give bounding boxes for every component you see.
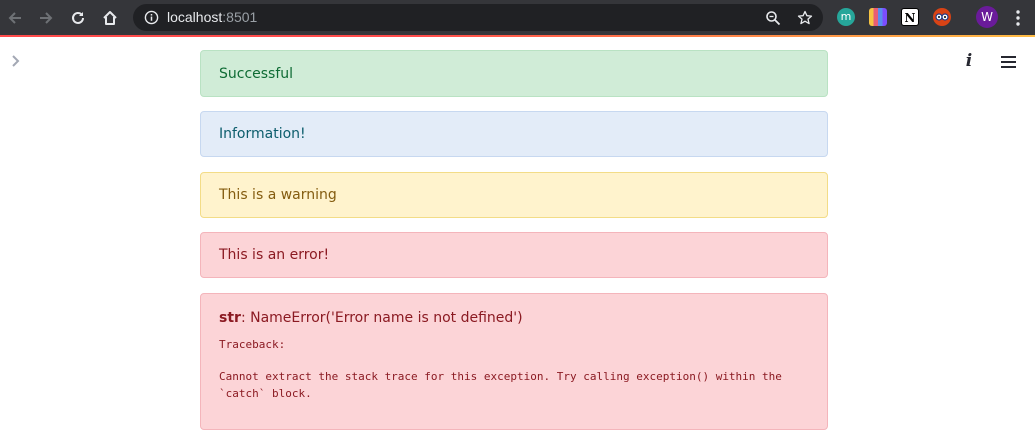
exception-box: str: NameError('Error name is not define… — [200, 293, 828, 430]
traceback-line-1: Cannot extract the stack trace for this … — [219, 370, 782, 383]
extension-grid-icon[interactable] — [869, 8, 887, 26]
info-circle-icon[interactable] — [144, 10, 159, 25]
glasses-icon — [935, 13, 949, 21]
forward-button[interactable] — [35, 7, 57, 29]
success-alert-text: Successful — [219, 65, 294, 82]
traceback-label: Traceback: — [219, 338, 286, 351]
arrow-left-icon — [8, 12, 21, 24]
warning-alert: This is a warning — [200, 172, 828, 218]
italic-i-icon[interactable]: i — [962, 51, 976, 71]
reload-button[interactable] — [67, 7, 89, 29]
error-alert-text: This is an error! — [219, 247, 330, 263]
app-decoration-bar — [0, 35, 1035, 37]
url-text[interactable]: localhost:8501 — [167, 9, 257, 26]
kebab-menu-icon[interactable] — [1014, 9, 1022, 27]
url-host: localhost — [167, 9, 223, 25]
extension-face-icon[interactable] — [933, 8, 951, 26]
traceback-line-2: `catch` block. — [219, 387, 312, 400]
notion-extension-icon[interactable]: N — [901, 8, 919, 26]
browser-toolbar: localhost:8501 m N W — [0, 0, 1035, 35]
exception-message: : NameError('Error name is not defined') — [240, 310, 523, 326]
chevron-right-icon[interactable] — [9, 53, 23, 69]
star-icon[interactable] — [797, 10, 813, 26]
url-port: :8501 — [222, 9, 258, 25]
success-alert: Successful — [200, 50, 828, 97]
profile-avatar[interactable]: W — [976, 6, 998, 28]
exception-type: str — [219, 310, 241, 326]
extension-m-icon[interactable]: m — [837, 8, 855, 26]
home-button[interactable] — [99, 7, 121, 29]
arrow-right-icon — [40, 12, 53, 24]
address-bar[interactable]: localhost:8501 — [133, 4, 823, 31]
info-alert: Information! — [200, 111, 828, 157]
exception-header: str: NameError('Error name is not define… — [219, 309, 523, 327]
error-alert: This is an error! — [200, 232, 828, 278]
magnifier-icon[interactable] — [765, 10, 781, 26]
back-button[interactable] — [4, 7, 26, 29]
warning-alert-text: This is a warning — [219, 187, 337, 203]
info-alert-text: Information! — [219, 126, 306, 142]
hamburger-icon[interactable] — [1001, 55, 1016, 69]
reload-icon — [72, 11, 84, 24]
home-icon — [103, 11, 117, 25]
